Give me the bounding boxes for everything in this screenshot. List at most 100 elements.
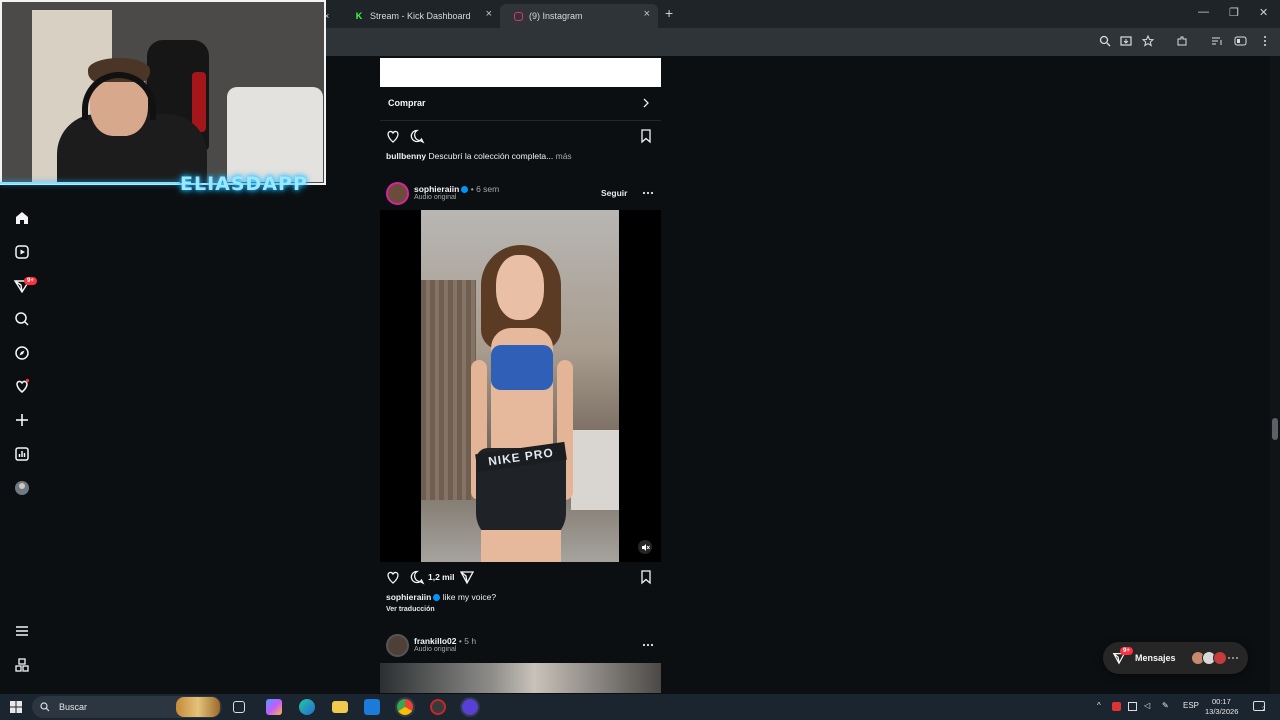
dashboard-icon[interactable] [12,444,32,464]
video-person-legs [481,530,561,562]
username-text: sophieraiin [414,184,460,194]
tray-overflow-icon[interactable]: ^ [1097,701,1101,710]
caption-username[interactable]: bullbenny [386,151,426,161]
caption-username[interactable]: sophieraiin [386,592,431,602]
kick-icon: K [355,11,363,21]
webcam-bed [227,87,323,182]
post-username[interactable]: frankillo02 • 5 h [414,636,476,646]
messages-label: Mensajes [1135,653,1176,663]
media-control-icon[interactable] [1211,35,1223,47]
volume-icon[interactable]: ◁ [1144,701,1150,710]
translate-link[interactable]: Ver traducción [386,606,435,613]
scrollbar-thumb[interactable] [1272,418,1278,440]
streamer-logo: ELIASDAPP [180,173,308,195]
windows-start-icon[interactable] [10,701,22,713]
taskbar-search[interactable]: Buscar [32,696,222,718]
pen-icon[interactable]: ✎ [1162,701,1169,710]
post-caption: sophieraiin like my voice? [386,592,496,602]
avatar[interactable] [386,182,409,205]
share-icon[interactable] [459,569,475,585]
follow-button[interactable]: Seguir [601,188,627,198]
post-media[interactable] [380,58,661,87]
search-placeholder: Buscar [59,702,88,712]
close-window-button[interactable]: ✕ [1259,6,1268,19]
explore-icon[interactable] [12,343,32,363]
language-indicator[interactable]: ESP [1183,701,1199,710]
network-icon[interactable] [1128,702,1137,711]
avatar[interactable] [386,634,409,657]
file-explorer-icon[interactable] [332,701,348,713]
tray-app-icon[interactable] [1112,702,1121,711]
muted-icon [641,543,650,551]
messages-badge: 9+ [1120,647,1133,655]
more-menu-icon[interactable] [1262,35,1268,47]
chrome-icon[interactable] [397,699,413,715]
post-username[interactable]: sophieraiin • 6 sem [414,184,499,194]
mute-button[interactable] [638,540,652,554]
home-icon[interactable] [12,208,32,228]
comment-icon[interactable] [409,569,425,585]
save-icon[interactable] [638,128,654,144]
close-tab-icon[interactable]: × [644,8,650,20]
sidebar-toggle-icon[interactable] [1234,35,1247,47]
install-app-icon[interactable] [1120,35,1132,47]
search-icon[interactable] [12,309,32,329]
outlook-icon[interactable] [364,699,380,715]
restore-button[interactable]: ❐ [1229,6,1239,19]
shop-link[interactable]: Comprar [388,98,426,108]
post-time: 5 h [464,636,477,646]
webcam-chair-accent [192,72,206,132]
task-view-icon[interactable] [233,701,245,713]
bookmark-star-icon[interactable] [1142,35,1154,47]
audio-label[interactable]: Audio original [414,194,456,201]
caption-text: Descubrí la colección completa... [428,151,554,161]
extensions-icon[interactable] [1176,35,1188,47]
obs-icon[interactable] [430,699,446,715]
tab-kick-dashboard[interactable]: K Stream - Kick Dashboard × [340,4,500,28]
more-link[interactable]: más [556,151,572,161]
comment-count[interactable]: 1,2 mil [428,572,454,582]
comment-icon[interactable] [409,128,425,144]
more-icon [1228,657,1238,659]
tab-instagram[interactable]: (9) Instagram × [500,4,658,28]
taskbar: Buscar ^ ◁ ✎ ESP 00:17 13/3/2026 2 [0,694,1280,720]
notification-count: 2 [1262,707,1266,713]
post-caption: bullbenny Descubrí la colección completa… [386,151,572,161]
zoom-icon[interactable] [1099,35,1111,47]
verified-icon [433,594,441,602]
minimize-button[interactable]: — [1198,6,1209,18]
edge-icon[interactable] [299,699,315,715]
reels-icon[interactable] [12,242,32,262]
copilot-icon[interactable] [266,699,282,715]
page-scrollbar[interactable] [1270,56,1280,694]
close-tab-icon[interactable]: × [486,8,492,20]
direct-badge: 9+ [24,277,37,285]
tab-label: (9) Instagram [529,11,583,21]
post-media[interactable] [380,663,661,693]
new-tab-button[interactable]: + [665,5,673,21]
tab-label: Stream - Kick Dashboard [370,11,471,21]
chevron-right-icon[interactable] [642,98,650,108]
video-frame[interactable]: NIKE PRO [421,210,619,562]
menu-icon[interactable] [12,621,32,641]
profile-icon[interactable] [12,478,32,498]
audio-label[interactable]: Audio original [414,646,456,653]
threads-icon[interactable] [12,655,32,675]
search-highlight-icon [176,697,220,717]
app-icon[interactable] [462,699,478,715]
like-icon[interactable] [385,128,401,144]
more-options-icon[interactable] [642,640,654,650]
video-curtain [421,280,476,500]
video-sofa [571,430,619,510]
like-icon[interactable] [385,569,401,585]
clock-time[interactable]: 00:17 [1212,697,1231,706]
save-icon[interactable] [638,569,654,585]
more-options-icon[interactable] [642,188,654,198]
create-icon[interactable] [12,410,32,430]
screen: K Stream - Kick Dashboard × (9) Instagra… [0,0,1280,720]
caption-text: like my voice? [442,592,497,602]
messages-button[interactable]: 9+ Mensajes [1103,642,1248,674]
clock-date[interactable]: 13/3/2026 [1205,707,1238,716]
avatar [1213,651,1227,665]
notifications-icon[interactable] [12,376,32,396]
